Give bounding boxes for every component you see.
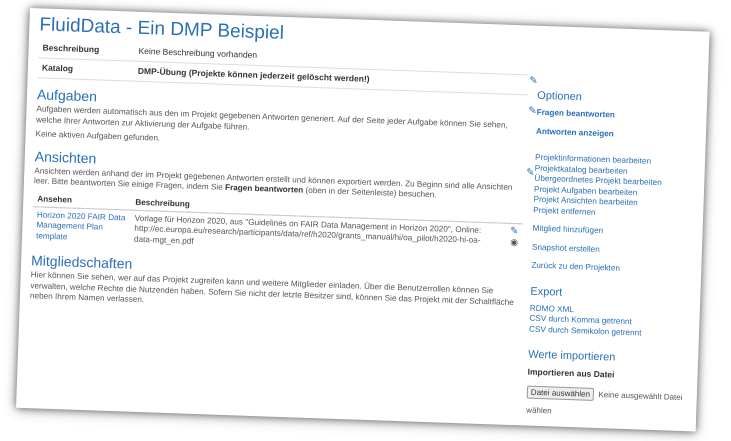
views-heading-text: Ansichten [34, 147, 97, 166]
show-answers-link[interactable]: Antworten anzeigen [536, 126, 701, 142]
col-actions-header [498, 207, 524, 224]
sidebar: Optionen Fragen beantworten Antworten an… [526, 82, 703, 424]
views-text-bold: Fragen beantworten [224, 182, 304, 195]
views-table: Ansehen Beschreibung Horizon 2020 FAIR D… [32, 190, 524, 262]
tasks-heading-text: Aufgaben [36, 86, 98, 105]
file-input: Datei auswählen Keine ausgewählt Datei w… [526, 382, 692, 424]
view-actions: ✎ ◉ [497, 222, 522, 261]
import-heading: Werte importieren [527, 348, 616, 364]
choose-file-button[interactable]: Datei auswählen [526, 385, 595, 401]
answer-questions-link[interactable]: Fragen beantworten [536, 108, 701, 124]
import-file-label: Importieren aus Datei [527, 366, 615, 380]
eye-icon[interactable]: ◉ [510, 237, 518, 247]
page-card: FluidData - Ein DMP Beispiel Beschreibun… [16, 8, 710, 432]
export-heading: Export [530, 285, 563, 299]
options-heading: Optionen [537, 89, 583, 104]
main-content: FluidData - Ein DMP Beispiel Beschreibun… [30, 14, 538, 322]
description-label: Beschreibung [42, 42, 100, 55]
edit-view-pencil-icon[interactable]: ✎ [502, 225, 519, 237]
view-name-link[interactable]: Horizon 2020 FAIR Data Management Plan t… [32, 206, 131, 247]
catalog-label: Katalog [41, 62, 74, 74]
